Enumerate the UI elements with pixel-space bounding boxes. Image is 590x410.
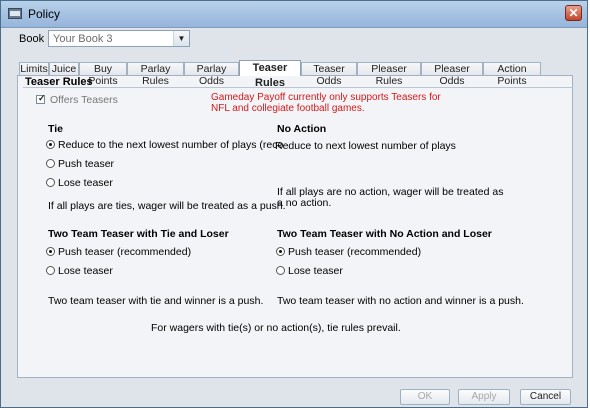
warning-text: Gameday Payoff currently only supports T… <box>211 92 441 114</box>
two-team-no-action-lose-radio[interactable] <box>276 266 285 275</box>
radio-dot <box>49 250 52 253</box>
tab-teaser-odds[interactable]: Teaser Odds <box>301 62 357 87</box>
no-action-value: Reduce to next lowest number of plays <box>275 140 456 152</box>
tab-parlay-rules[interactable]: Parlay Rules <box>127 62 184 87</box>
radio-dot <box>49 143 52 146</box>
two-team-no-action-heading: Two Team Teaser with No Action and Loser <box>277 228 492 240</box>
close-button[interactable]: ✕ <box>565 5 582 21</box>
tie-option-reduce-radio[interactable] <box>46 140 55 149</box>
ok-button[interactable]: OK <box>400 389 450 405</box>
tab-pleaser-odds[interactable]: Pleaser Odds <box>421 62 483 87</box>
title-bar: Policy ✕ <box>1 1 587 28</box>
apply-button[interactable]: Apply <box>458 389 510 405</box>
two-team-tie-note: Two team teaser with tie and winner is a… <box>48 295 264 307</box>
policy-window: Policy ✕ Book Your Book 3 ▼ Limits Juice… <box>0 0 588 408</box>
no-action-heading: No Action <box>277 123 327 135</box>
two-team-tie-heading: Two Team Teaser with Tie and Loser <box>48 228 229 240</box>
book-select[interactable]: Your Book 3 ▼ <box>48 30 190 47</box>
two-team-tie-push-label: Push teaser (recommended) <box>58 246 192 258</box>
chevron-down-icon[interactable]: ▼ <box>173 31 189 46</box>
two-team-no-action-push-label: Push teaser (recommended) <box>288 246 422 258</box>
tie-heading: Tie <box>48 123 63 135</box>
tie-option-lose-radio[interactable] <box>46 178 55 187</box>
no-action-note-line2: a no action. <box>277 197 332 209</box>
two-team-tie-lose-radio[interactable] <box>46 266 55 275</box>
book-label: Book <box>19 33 45 45</box>
tie-option-push-label: Push teaser <box>58 158 115 170</box>
window-title: Policy <box>28 7 61 21</box>
footer-note: For wagers with tie(s) or no action(s), … <box>151 322 401 334</box>
group-title: Teaser Rules <box>25 76 93 88</box>
tie-option-lose-label: Lose teaser <box>58 177 113 189</box>
tab-teaser-rules[interactable]: Teaser Rules <box>239 60 301 89</box>
two-team-no-action-note: Two team teaser with no action and winne… <box>277 295 524 307</box>
book-select-value: Your Book 3 <box>53 33 113 45</box>
offers-teasers-checkbox[interactable]: ✓ <box>36 93 46 104</box>
checkmark-icon: ✓ <box>38 93 46 103</box>
tie-option-reduce-label: Reduce to the next lowest number of play… <box>58 139 284 151</box>
tab-pleaser-rules[interactable]: Pleaser Rules <box>357 62 421 87</box>
tab-juice[interactable]: Juice <box>49 62 79 75</box>
offers-teasers-label: Offers Teasers <box>50 94 118 106</box>
tab-buy-points[interactable]: Buy Points <box>79 62 127 87</box>
tie-option-push-radio[interactable] <box>46 159 55 168</box>
tab-limits[interactable]: Limits <box>19 62 49 75</box>
two-team-tie-push-radio[interactable] <box>46 247 55 256</box>
two-team-tie-lose-label: Lose teaser <box>58 265 113 277</box>
window-icon <box>8 8 22 19</box>
cancel-button[interactable]: Cancel <box>520 389 571 405</box>
tab-action-points[interactable]: Action Points <box>483 62 541 87</box>
tab-parlay-odds[interactable]: Parlay Odds <box>184 62 239 87</box>
two-team-no-action-push-radio[interactable] <box>276 247 285 256</box>
tie-note: If all plays are ties, wager will be tre… <box>48 200 286 212</box>
two-team-no-action-lose-label: Lose teaser <box>288 265 343 277</box>
radio-dot <box>279 250 282 253</box>
